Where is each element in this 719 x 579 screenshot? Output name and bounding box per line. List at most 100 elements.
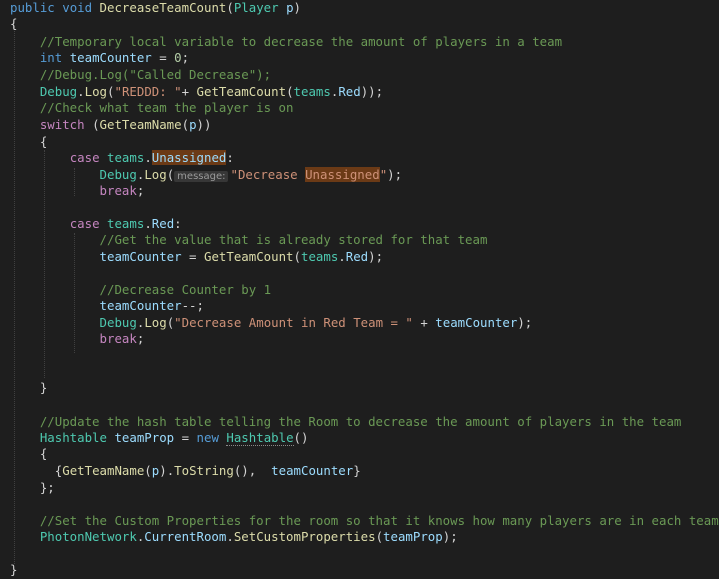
token: ) (293, 0, 302, 15)
token: void (62, 0, 93, 15)
token: = (151, 50, 175, 65)
token: SetCustomProperties (233, 529, 376, 544)
code-line-28[interactable]: } (10, 562, 17, 578)
token: DecreaseTeamCount (99, 0, 227, 15)
code-line-24[interactable]: {GetTeamName(p).ToString(), teamCounter} (10, 463, 361, 479)
token: teams (300, 249, 339, 264)
token: switch (39, 117, 85, 132)
code-line-25[interactable]: }; (10, 480, 55, 496)
token: Log (144, 315, 167, 330)
code-line-17[interactable]: teamCounter--; (10, 298, 204, 314)
token: "Decrease (230, 167, 306, 182)
token: Debug (99, 315, 137, 330)
token: } (353, 463, 361, 478)
code-line-2[interactable]: { (10, 16, 17, 32)
token: ( (226, 0, 234, 15)
code-line-13[interactable]: case teams.Red: (10, 216, 182, 232)
token: }; (39, 480, 55, 495)
code-line-5[interactable]: //Debug.Log("Called Decrease"); (10, 67, 271, 83)
token: ); (387, 167, 403, 182)
code-line-27[interactable]: PhotonNetwork.CurrentRoom.SetCustomPrope… (10, 529, 458, 545)
token: ; (136, 331, 145, 346)
code-line-14[interactable]: //Get the value that is already stored f… (10, 232, 488, 248)
token: ( (84, 117, 100, 132)
code-line-6[interactable]: Debug.Log("REDDD: "+ GetTeamCount(teams.… (10, 84, 383, 100)
token: teams (293, 84, 331, 99)
code-line-18[interactable]: Debug.Log("Decrease Amount in Red Team =… (10, 315, 533, 331)
token: ( (181, 117, 190, 132)
token: p (189, 117, 197, 132)
token: int (39, 50, 63, 65)
code-line-20[interactable]: } (10, 380, 47, 396)
token: (), (233, 463, 272, 478)
token: . (144, 150, 152, 165)
token: . (144, 216, 152, 231)
token: 0 (174, 50, 182, 65)
parameter-hint: message: (174, 171, 229, 182)
code-editor[interactable]: public void DecreaseTeamCount(Player p) … (0, 0, 719, 579)
comment: //Set the Custom Properties for the room… (39, 513, 719, 528)
token: p (286, 0, 294, 15)
token: Red (151, 216, 175, 231)
token: . (226, 529, 234, 544)
token: : (174, 216, 182, 231)
token: CurrentRoom (144, 529, 227, 544)
token: GetTeamName (99, 117, 182, 132)
token: teamProp (114, 430, 175, 445)
code-line-4[interactable]: int teamCounter = 0; (10, 50, 189, 66)
code-line-8[interactable]: switch (GetTeamName(p)) (10, 117, 212, 133)
token: )) (196, 117, 212, 132)
token: ); (517, 315, 533, 330)
code-line-15[interactable]: teamCounter = GetTeamCount(teams.Red); (10, 249, 384, 265)
token: teams (107, 150, 145, 165)
token: teamProp (383, 529, 443, 544)
token: ( (375, 529, 384, 544)
token: { (10, 16, 18, 31)
code-line-16[interactable]: //Decrease Counter by 1 (10, 282, 272, 298)
comment: //Get the value that is already stored f… (99, 232, 488, 247)
token: public (10, 0, 55, 15)
token: ( (286, 84, 294, 99)
token: () (293, 430, 309, 445)
code-line-11[interactable]: Debug.Log(message: "Decrease Unassigned")… (10, 167, 402, 183)
code-line-22[interactable]: Hashtable teamProp = new Hashtable() (10, 430, 308, 446)
token: new (196, 430, 219, 445)
token: { (39, 134, 48, 149)
token: Debug (39, 84, 78, 99)
code-line-23[interactable]: { (10, 446, 47, 462)
code-line-12[interactable]: break; (10, 183, 145, 199)
token: = (181, 249, 204, 264)
code-line-10[interactable]: case teams.Unassigned: (10, 150, 234, 166)
code-line-9[interactable]: { (10, 134, 47, 150)
token: GetTeamCount (203, 249, 294, 264)
token: )); (360, 84, 384, 99)
code-line-19[interactable]: break; (10, 331, 145, 347)
code-line-26[interactable]: //Set the Custom Properties for the room… (10, 513, 719, 529)
token: Hashtable (226, 430, 294, 446)
token: Player (233, 0, 279, 15)
token: ); (442, 529, 458, 544)
token: : (226, 150, 234, 165)
code-line-1[interactable]: public void DecreaseTeamCount(Player p) (10, 0, 301, 16)
code-line-3[interactable]: //Temporary local variable to decrease t… (10, 34, 562, 50)
token: + (181, 84, 197, 99)
token: break (99, 183, 137, 198)
token: Log (84, 84, 108, 99)
token: teamCounter (99, 298, 182, 313)
comment: //Update the hash table telling the Room… (39, 414, 682, 429)
token: = (174, 430, 197, 445)
token: } (39, 380, 48, 395)
token: "Decrease Amount in Red Team = " (174, 315, 413, 330)
token: GetTeamName (62, 463, 145, 478)
token: teamCounter (69, 50, 152, 65)
token: . (338, 249, 346, 264)
token: Unassigned (151, 150, 227, 165)
token: . (77, 84, 85, 99)
token: PhotonNetwork (39, 529, 137, 544)
token: Log (144, 167, 167, 182)
comment: //Decrease Counter by 1 (99, 282, 272, 297)
token: ; (181, 50, 190, 65)
code-line-21[interactable]: //Update the hash table telling the Room… (10, 414, 682, 430)
code-line-7[interactable]: //Check what team the player is on (10, 100, 294, 116)
token: ToString (174, 463, 234, 478)
